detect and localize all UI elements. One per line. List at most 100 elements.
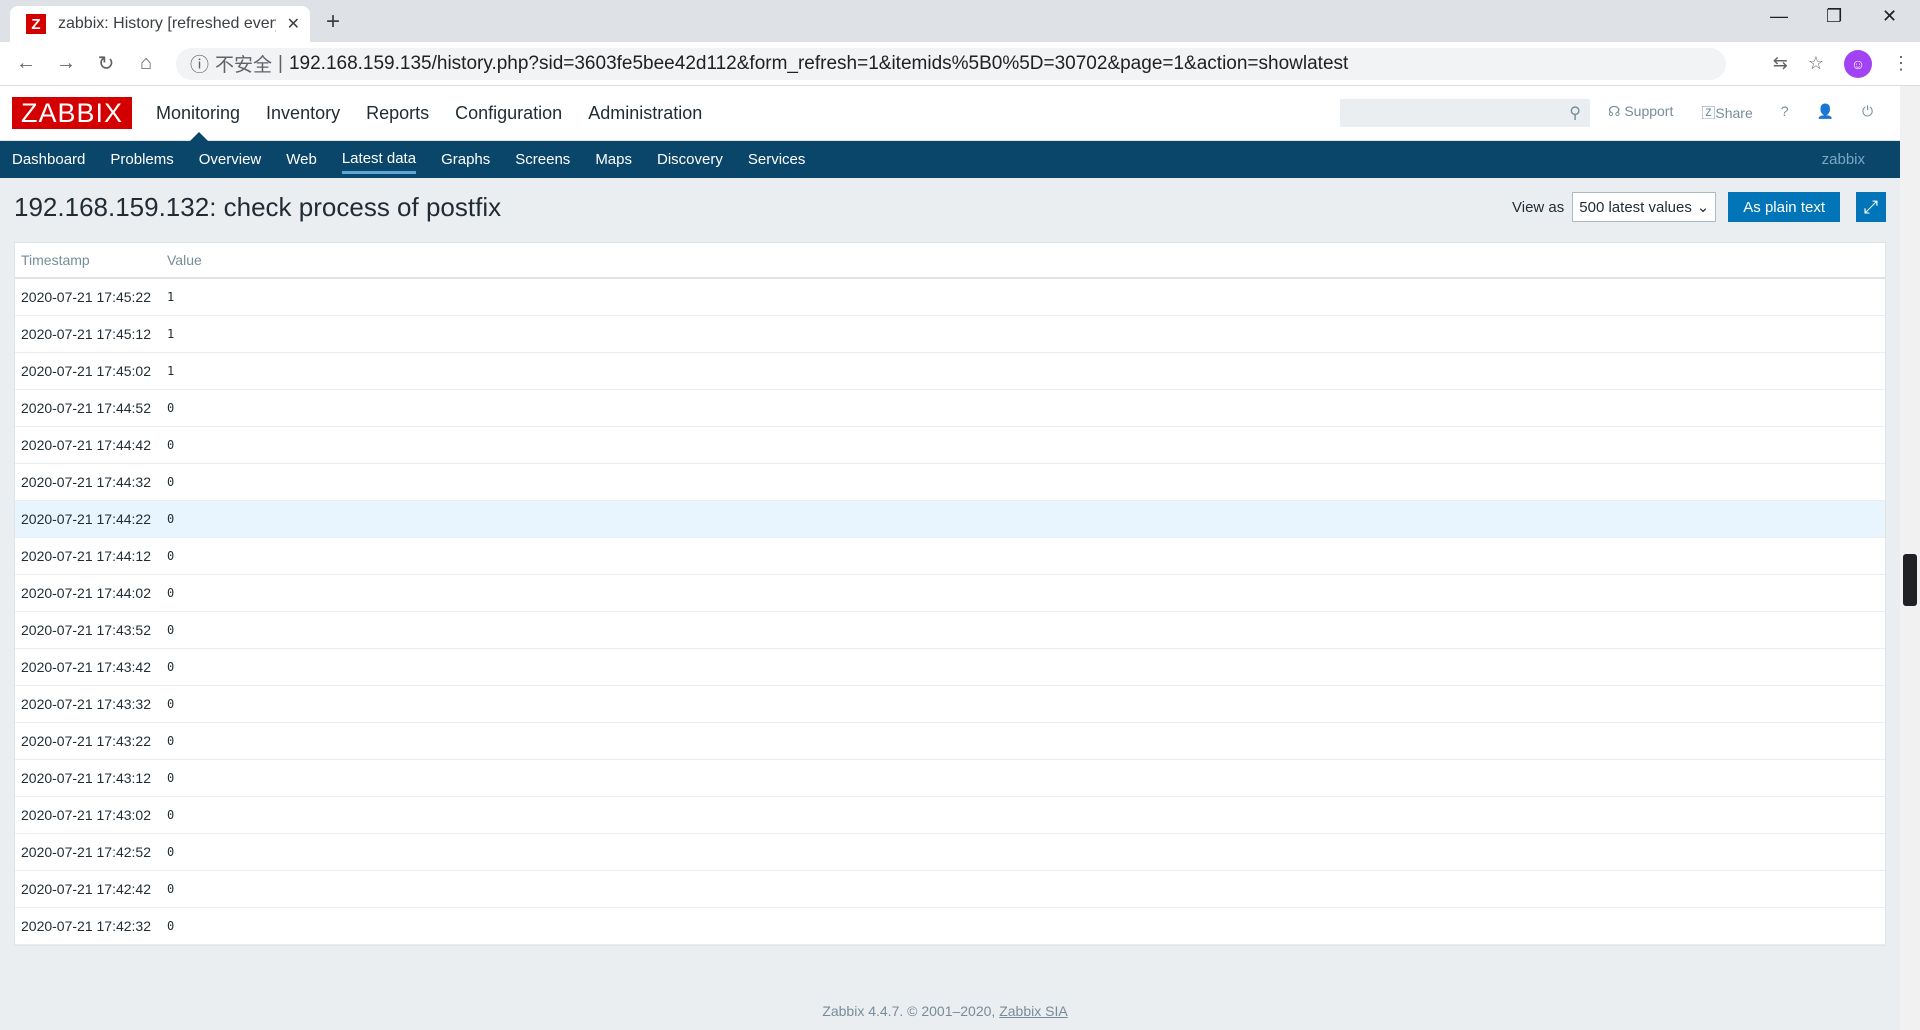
browser-tabstrip: Z zabbix: History [refreshed every ✕ + —… (0, 0, 1920, 42)
table-row: 2020-07-21 17:44:42 0 (15, 427, 1885, 464)
reload-icon[interactable]: ↻ (86, 51, 126, 76)
row-value: 0 (167, 845, 175, 859)
scrollbar-thumb[interactable] (1903, 554, 1917, 606)
subnav-maps[interactable]: Maps (595, 147, 632, 172)
menu-reports[interactable]: Reports (366, 103, 429, 124)
subnav-graphs[interactable]: Graphs (441, 147, 490, 172)
row-timestamp: 2020-07-21 17:44:52 (21, 400, 151, 416)
page-title: 192.168.159.132: check process of postfi… (14, 191, 502, 222)
row-value: 0 (167, 734, 175, 748)
forward-icon[interactable]: → (46, 52, 86, 75)
subnav-dashboard[interactable]: Dashboard (12, 147, 85, 172)
row-value: 0 (167, 919, 175, 933)
translate-icon[interactable]: ⇆ (1773, 53, 1788, 74)
table-row: 2020-07-21 17:42:42 0 (15, 871, 1885, 908)
address-bar[interactable]: ⓘ 不安全 | 192.168.159.135/history.php?sid=… (176, 47, 1726, 80)
browser-tab[interactable]: Z zabbix: History [refreshed every ✕ (10, 6, 310, 42)
row-value: 0 (167, 586, 175, 600)
back-icon[interactable]: ← (6, 52, 46, 75)
row-timestamp: 2020-07-21 17:44:42 (21, 437, 151, 453)
tab-close-icon[interactable]: ✕ (287, 14, 300, 34)
row-value: 0 (167, 771, 175, 785)
row-timestamp: 2020-07-21 17:45:12 (21, 326, 151, 342)
view-as-label: View as (1512, 198, 1565, 216)
sign-out-icon[interactable]: ⏻ (1862, 103, 1873, 123)
subnav-web[interactable]: Web (286, 147, 317, 172)
new-tab-icon[interactable]: + (326, 8, 340, 36)
search-icon[interactable]: ⚲ (1569, 103, 1581, 123)
zabbix-favicon-icon: Z (26, 14, 46, 34)
share-link[interactable]: 🅉Share (1701, 103, 1752, 123)
menu-administration[interactable]: Administration (588, 103, 702, 124)
subnav-problems[interactable]: Problems (110, 147, 173, 172)
fullscreen-icon[interactable]: ⤢ (1856, 192, 1886, 222)
row-timestamp: 2020-07-21 17:45:22 (21, 289, 151, 305)
row-value: 0 (167, 401, 175, 415)
active-menu-caret (190, 132, 208, 141)
main-menu: Monitoring Inventory Reports Configurati… (156, 103, 702, 124)
column-value: Value (167, 252, 202, 268)
row-value: 0 (167, 623, 175, 637)
chevron-down-icon: ⌄ (1696, 199, 1710, 216)
history-table: Timestamp Value 2020-07-21 17:45:22 1 2020… (14, 242, 1886, 946)
subnav-overview[interactable]: Overview (199, 147, 262, 172)
search-input[interactable]: ⚲ (1340, 99, 1590, 127)
insecure-label: 不安全 (215, 55, 273, 76)
menu-inventory[interactable]: Inventory (266, 103, 340, 124)
row-value: 0 (167, 808, 175, 822)
table-row: 2020-07-21 17:43:52 0 (15, 612, 1885, 649)
share-z-icon: 🅉 (1701, 105, 1716, 121)
table-row: 2020-07-21 17:44:32 0 (15, 464, 1885, 501)
row-timestamp: 2020-07-21 17:42:32 (21, 918, 151, 934)
table-row: 2020-07-21 17:45:12 1 (15, 316, 1885, 353)
zabbix-logo[interactable]: ZABBIX (12, 97, 132, 129)
subnav-screens[interactable]: Screens (515, 147, 570, 172)
row-timestamp: 2020-07-21 17:43:32 (21, 696, 151, 712)
subnav-services[interactable]: Services (748, 147, 806, 172)
row-timestamp: 2020-07-21 17:42:52 (21, 844, 151, 860)
bookmark-star-icon[interactable]: ☆ (1808, 53, 1824, 74)
row-value: 1 (167, 364, 175, 378)
view-as-value: 500 latest values (1579, 198, 1692, 216)
footer-text: Zabbix 4.4.7. © 2001–2020, (822, 1003, 996, 1019)
table-row: 2020-07-21 17:44:02 0 (15, 575, 1885, 612)
info-icon[interactable]: ⓘ (190, 50, 209, 77)
footer: Zabbix 4.4.7. © 2001–2020, Zabbix SIA (0, 1003, 1890, 1019)
page-header: 192.168.159.132: check process of postfi… (0, 178, 1920, 236)
help-icon[interactable]: ? (1781, 103, 1789, 123)
user-profile-icon[interactable]: 👤 (1817, 103, 1834, 123)
url-separator: | (278, 52, 283, 74)
menu-monitoring[interactable]: Monitoring (156, 103, 240, 124)
headset-icon: ☊ (1608, 103, 1625, 119)
row-value: 0 (167, 438, 175, 452)
row-timestamp: 2020-07-21 17:44:32 (21, 474, 151, 490)
close-window-icon[interactable]: ✕ (1882, 6, 1897, 27)
table-row: 2020-07-21 17:45:02 1 (15, 353, 1885, 390)
minimize-icon[interactable]: — (1770, 6, 1788, 27)
table-row: 2020-07-21 17:42:32 0 (15, 908, 1885, 945)
profile-avatar[interactable]: ☺ (1844, 49, 1872, 78)
row-timestamp: 2020-07-21 17:43:52 (21, 622, 151, 638)
scrollbar[interactable] (1900, 86, 1920, 1030)
chrome-menu-icon[interactable]: ⋮ (1892, 53, 1910, 74)
row-value: 1 (167, 290, 175, 304)
table-row: 2020-07-21 17:44:12 0 (15, 538, 1885, 575)
table-header: Timestamp Value (15, 243, 1885, 279)
menu-configuration[interactable]: Configuration (455, 103, 562, 124)
footer-link[interactable]: Zabbix SIA (999, 1003, 1067, 1019)
support-link[interactable]: ☊ Support (1608, 103, 1673, 123)
row-value: 1 (167, 327, 175, 341)
restore-icon[interactable]: ❐ (1826, 6, 1842, 27)
view-as-select[interactable]: 500 latest values ⌄ (1572, 192, 1717, 222)
as-plain-text-button[interactable]: As plain text (1728, 192, 1840, 222)
table-row: 2020-07-21 17:44:52 0 (15, 390, 1885, 427)
table-row: 2020-07-21 17:44:22 0 (15, 501, 1885, 538)
subnav-latest-data[interactable]: Latest data (341, 146, 417, 174)
home-icon[interactable]: ⌂ (126, 52, 166, 75)
subnav-discovery[interactable]: Discovery (657, 147, 723, 172)
table-row: 2020-07-21 17:45:22 1 (15, 279, 1885, 316)
sub-navigation: Dashboard Problems Overview Web Latest d… (0, 141, 1920, 178)
browser-toolbar: ← → ↻ ⌂ ⓘ 不安全 | 192.168.159.135/history.… (0, 42, 1920, 86)
table-row: 2020-07-21 17:42:52 0 (15, 834, 1885, 871)
tab-title: zabbix: History [refreshed every (58, 15, 276, 32)
